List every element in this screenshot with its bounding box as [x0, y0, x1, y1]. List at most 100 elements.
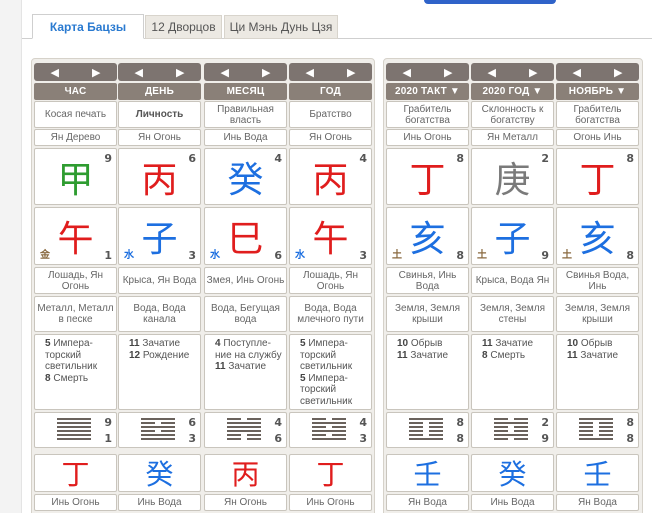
next-arrow-button[interactable]: ▶	[347, 66, 355, 79]
top-action-button[interactable]	[424, 0, 556, 4]
hexagram-line	[141, 438, 175, 440]
next-arrow-button[interactable]: ▶	[529, 66, 537, 79]
symbolic-stars: 11 Зачатие 12 Рождение	[118, 334, 201, 410]
earthly-branch[interactable]: 巳6 水	[204, 207, 287, 265]
hexagram-line	[57, 434, 91, 436]
prev-arrow-button[interactable]: ◀	[221, 66, 229, 79]
earthly-branch[interactable]: 子3 水	[118, 207, 201, 265]
prev-arrow-button[interactable]: ◀	[573, 66, 581, 79]
hidden-stem[interactable]: 癸	[118, 454, 201, 492]
broken-line	[494, 426, 508, 428]
hexagram-box[interactable]: 46	[204, 412, 287, 448]
star-name: Зачатие	[142, 338, 181, 349]
hexagram-box[interactable]: 88	[556, 412, 639, 448]
hidden-stem[interactable]: 癸	[471, 454, 554, 492]
heavenly-stem[interactable]: 癸4	[204, 148, 287, 205]
solid-line	[141, 426, 175, 428]
pillar-header[interactable]: 2020 ТАКТ ▼	[386, 83, 469, 100]
next-arrow-button[interactable]: ▶	[444, 66, 452, 79]
heavenly-stem[interactable]: 丁8	[556, 148, 639, 205]
hidden-stem-glyph: 癸	[145, 458, 174, 491]
broken-line	[227, 438, 241, 440]
pillar-nav: ◀ ▶	[471, 63, 554, 81]
hexagram-line	[141, 434, 175, 436]
stem-element-label: Инь Огонь	[386, 129, 469, 146]
branch-number: 3	[359, 249, 367, 262]
prev-arrow-button[interactable]: ◀	[403, 66, 411, 79]
hexagram-line	[494, 418, 528, 420]
hexagram-box[interactable]: 29	[471, 412, 554, 448]
hexagram-bottom-number: 9	[541, 432, 549, 445]
hidden-stem[interactable]: 丁	[289, 454, 372, 492]
prev-arrow-button[interactable]: ◀	[51, 66, 59, 79]
tab-bazi-chart[interactable]: Карта Бацзы	[32, 14, 144, 39]
next-arrow-button[interactable]: ▶	[176, 66, 184, 79]
hexagram-box[interactable]: 91	[34, 412, 117, 448]
symbolic-stars: 5 Импера-торский светильник 8 Смерть	[34, 334, 117, 410]
hexagram-line	[579, 422, 613, 424]
broken-line	[409, 426, 423, 428]
heavenly-stem[interactable]: 甲9	[34, 148, 117, 205]
heavenly-stem[interactable]: 丙4	[289, 148, 372, 205]
hidden-stem[interactable]: 壬	[556, 454, 639, 492]
heavenly-stem[interactable]: 丁8	[386, 148, 469, 205]
hexagram-box[interactable]: 88	[386, 412, 469, 448]
tab-qimen[interactable]: Ци Мэнь Дунь Цзя	[224, 15, 338, 39]
star-number: 11	[215, 361, 226, 372]
solid-line	[141, 434, 175, 436]
nayin-label: Вода, Вода канала	[118, 296, 201, 332]
next-arrow-button[interactable]: ▶	[262, 66, 270, 79]
star-number: 11	[567, 349, 578, 361]
hidden-stem[interactable]: 丙	[204, 454, 287, 492]
hexagram-box[interactable]: 43	[289, 412, 372, 448]
stem-number: 6	[188, 152, 196, 165]
left-sidebar-strip	[0, 0, 22, 513]
pillar-header[interactable]: 2020 ГОД ▼	[471, 83, 554, 100]
broken-line	[579, 430, 593, 432]
earthly-branch[interactable]: 亥8 土	[386, 207, 469, 265]
branch-glyph: 午	[312, 219, 349, 260]
hexagram-box[interactable]: 63	[118, 412, 201, 448]
broken-line	[579, 434, 593, 436]
earthly-branch[interactable]: 子9 土	[471, 207, 554, 265]
next-arrow-button[interactable]: ▶	[92, 66, 100, 79]
stem-glyph: 甲	[57, 159, 94, 201]
earthly-branch[interactable]: 亥8 土	[556, 207, 639, 265]
solid-line	[409, 418, 443, 420]
hexagram-top-number: 6	[188, 416, 196, 429]
branch-element-icon: 土	[392, 250, 402, 261]
hidden-stem[interactable]: 壬	[386, 454, 469, 492]
hexagram-top-number: 8	[626, 416, 634, 429]
stem-glyph: 丙	[312, 159, 349, 201]
hidden-stem-label: Ян Вода	[556, 494, 639, 511]
heavenly-stem[interactable]: 丙6	[118, 148, 201, 205]
star-name: Обрыв	[580, 338, 613, 349]
hexagram-line	[409, 426, 443, 428]
ten-god-text: Личность	[135, 109, 184, 120]
broken-line	[429, 426, 443, 428]
ten-god-label: Склонность к богатству	[471, 101, 554, 128]
solid-line	[312, 438, 346, 440]
pillar-header[interactable]: НОЯБРЬ ▼	[556, 83, 639, 100]
ten-god-label: Личность	[118, 101, 201, 128]
hidden-stem-glyph: 丁	[316, 458, 345, 491]
star-number: 10	[397, 338, 409, 349]
hidden-stem-glyph: 丁	[61, 458, 90, 491]
next-arrow-button[interactable]: ▶	[614, 66, 622, 79]
hidden-stem[interactable]: 丁	[34, 454, 117, 492]
branch-glyph: 午	[57, 219, 94, 260]
ten-god-label: Грабитель богатства	[556, 101, 639, 128]
star-entry: 11 Зачатие	[567, 350, 638, 362]
branch-animal-label: Свинья Вода, Инь	[556, 267, 639, 294]
earthly-branch[interactable]: 午3 水	[289, 207, 372, 265]
stem-element-label: Ян Металл	[471, 129, 554, 146]
tab-12-palaces[interactable]: 12 Дворцов	[145, 15, 222, 39]
prev-arrow-button[interactable]: ◀	[135, 66, 143, 79]
earthly-branch[interactable]: 午1 金	[34, 207, 117, 265]
hexagram-line	[312, 430, 346, 432]
prev-arrow-button[interactable]: ◀	[488, 66, 496, 79]
stem-glyph: 丁	[409, 159, 446, 201]
prev-arrow-button[interactable]: ◀	[306, 66, 314, 79]
heavenly-stem[interactable]: 庚2	[471, 148, 554, 205]
branch-glyph: 亥	[409, 219, 446, 260]
